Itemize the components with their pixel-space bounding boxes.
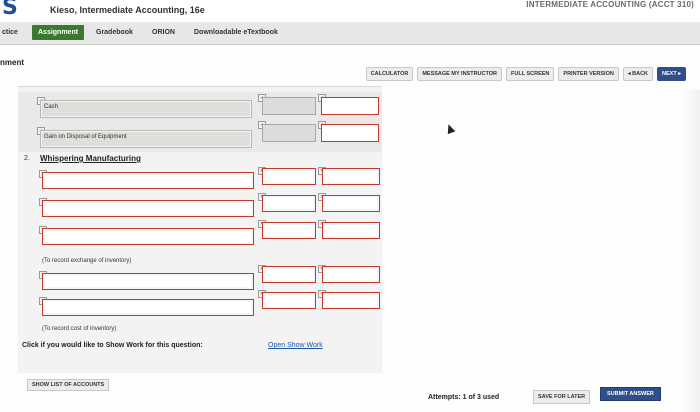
debit-field[interactable] xyxy=(262,97,316,115)
top-bar: S Kieso, Intermediate Accounting, 16e IN… xyxy=(0,0,700,22)
page-edge-shadow xyxy=(684,90,700,412)
printer-version-button[interactable]: PRINTER VERSION xyxy=(558,67,619,81)
nav-orion[interactable]: ORION xyxy=(148,27,179,38)
back-button[interactable]: ◂ BACK xyxy=(622,67,654,81)
debit-input[interactable] xyxy=(262,195,316,212)
open-show-work-link[interactable]: Open Show Work xyxy=(268,342,323,349)
wiley-logo: S xyxy=(2,0,18,20)
entry-note: (To record exchange of inventory) xyxy=(42,258,132,264)
debit-field[interactable] xyxy=(262,124,316,142)
account-field-cash[interactable]: Cash xyxy=(40,100,252,118)
account-gain-label: Gain on Disposal of Equipment xyxy=(44,134,127,140)
debit-input[interactable] xyxy=(262,168,316,185)
course-title: Kieso, Intermediate Accounting, 16e xyxy=(50,5,205,15)
account-input[interactable] xyxy=(42,273,254,290)
nav-bar: ctice Assignment Gradebook ORION Downloa… xyxy=(0,22,700,45)
credit-input[interactable] xyxy=(322,222,380,239)
debit-input[interactable] xyxy=(262,222,316,239)
section-label: nment xyxy=(0,58,24,67)
account-input[interactable] xyxy=(42,228,254,245)
message-instructor-button[interactable]: MESSAGE MY INSTRUCTOR xyxy=(417,67,502,81)
calculator-button[interactable]: CALCULATOR xyxy=(365,67,414,81)
credit-field[interactable] xyxy=(321,97,379,115)
account-input[interactable] xyxy=(42,200,254,217)
account-cash-label: Cash xyxy=(44,104,59,110)
debit-input[interactable] xyxy=(262,266,316,283)
assignment-toolbar: CALCULATOR MESSAGE MY INSTRUCTOR FULL SC… xyxy=(365,66,686,82)
nav-etextbook[interactable]: Downloadable eTextbook xyxy=(190,27,282,38)
credit-input[interactable] xyxy=(322,266,380,283)
attempts-counter: Attempts: 1 of 3 used xyxy=(428,394,500,401)
question-title: Whispering Manufacturing xyxy=(40,154,141,163)
credit-input[interactable] xyxy=(322,168,380,185)
credit-input[interactable] xyxy=(322,292,380,309)
show-work-prompt: Click if you would like to Show Work for… xyxy=(22,342,203,349)
mouse-cursor-icon xyxy=(444,122,456,135)
question-number: 2. xyxy=(24,155,30,162)
show-list-accounts-button[interactable]: SHOW LIST OF ACCOUNTS xyxy=(27,379,110,391)
course-code-title: INTERMEDIATE ACCOUNTING (ACCT 310) xyxy=(526,0,694,9)
full-screen-button[interactable]: FULL SCREEN xyxy=(506,67,555,81)
credit-input[interactable] xyxy=(322,195,380,212)
next-button[interactable]: NEXT ▸ xyxy=(657,67,686,81)
account-input[interactable] xyxy=(42,299,254,316)
account-input[interactable] xyxy=(42,172,254,189)
nav-gradebook[interactable]: Gradebook xyxy=(92,27,137,38)
submit-answer-button[interactable]: SUBMIT ANSWER xyxy=(600,387,661,401)
debit-input[interactable] xyxy=(262,292,316,309)
nav-practice[interactable]: ctice xyxy=(0,27,22,38)
account-field-gain[interactable]: Gain on Disposal of Equipment xyxy=(40,130,252,148)
entry-note: (To record cost of inventory) xyxy=(42,326,117,332)
nav-assignment[interactable]: Assignment xyxy=(32,25,85,40)
credit-field[interactable] xyxy=(321,124,379,142)
save-for-later-button[interactable]: SAVE FOR LATER xyxy=(533,390,591,404)
